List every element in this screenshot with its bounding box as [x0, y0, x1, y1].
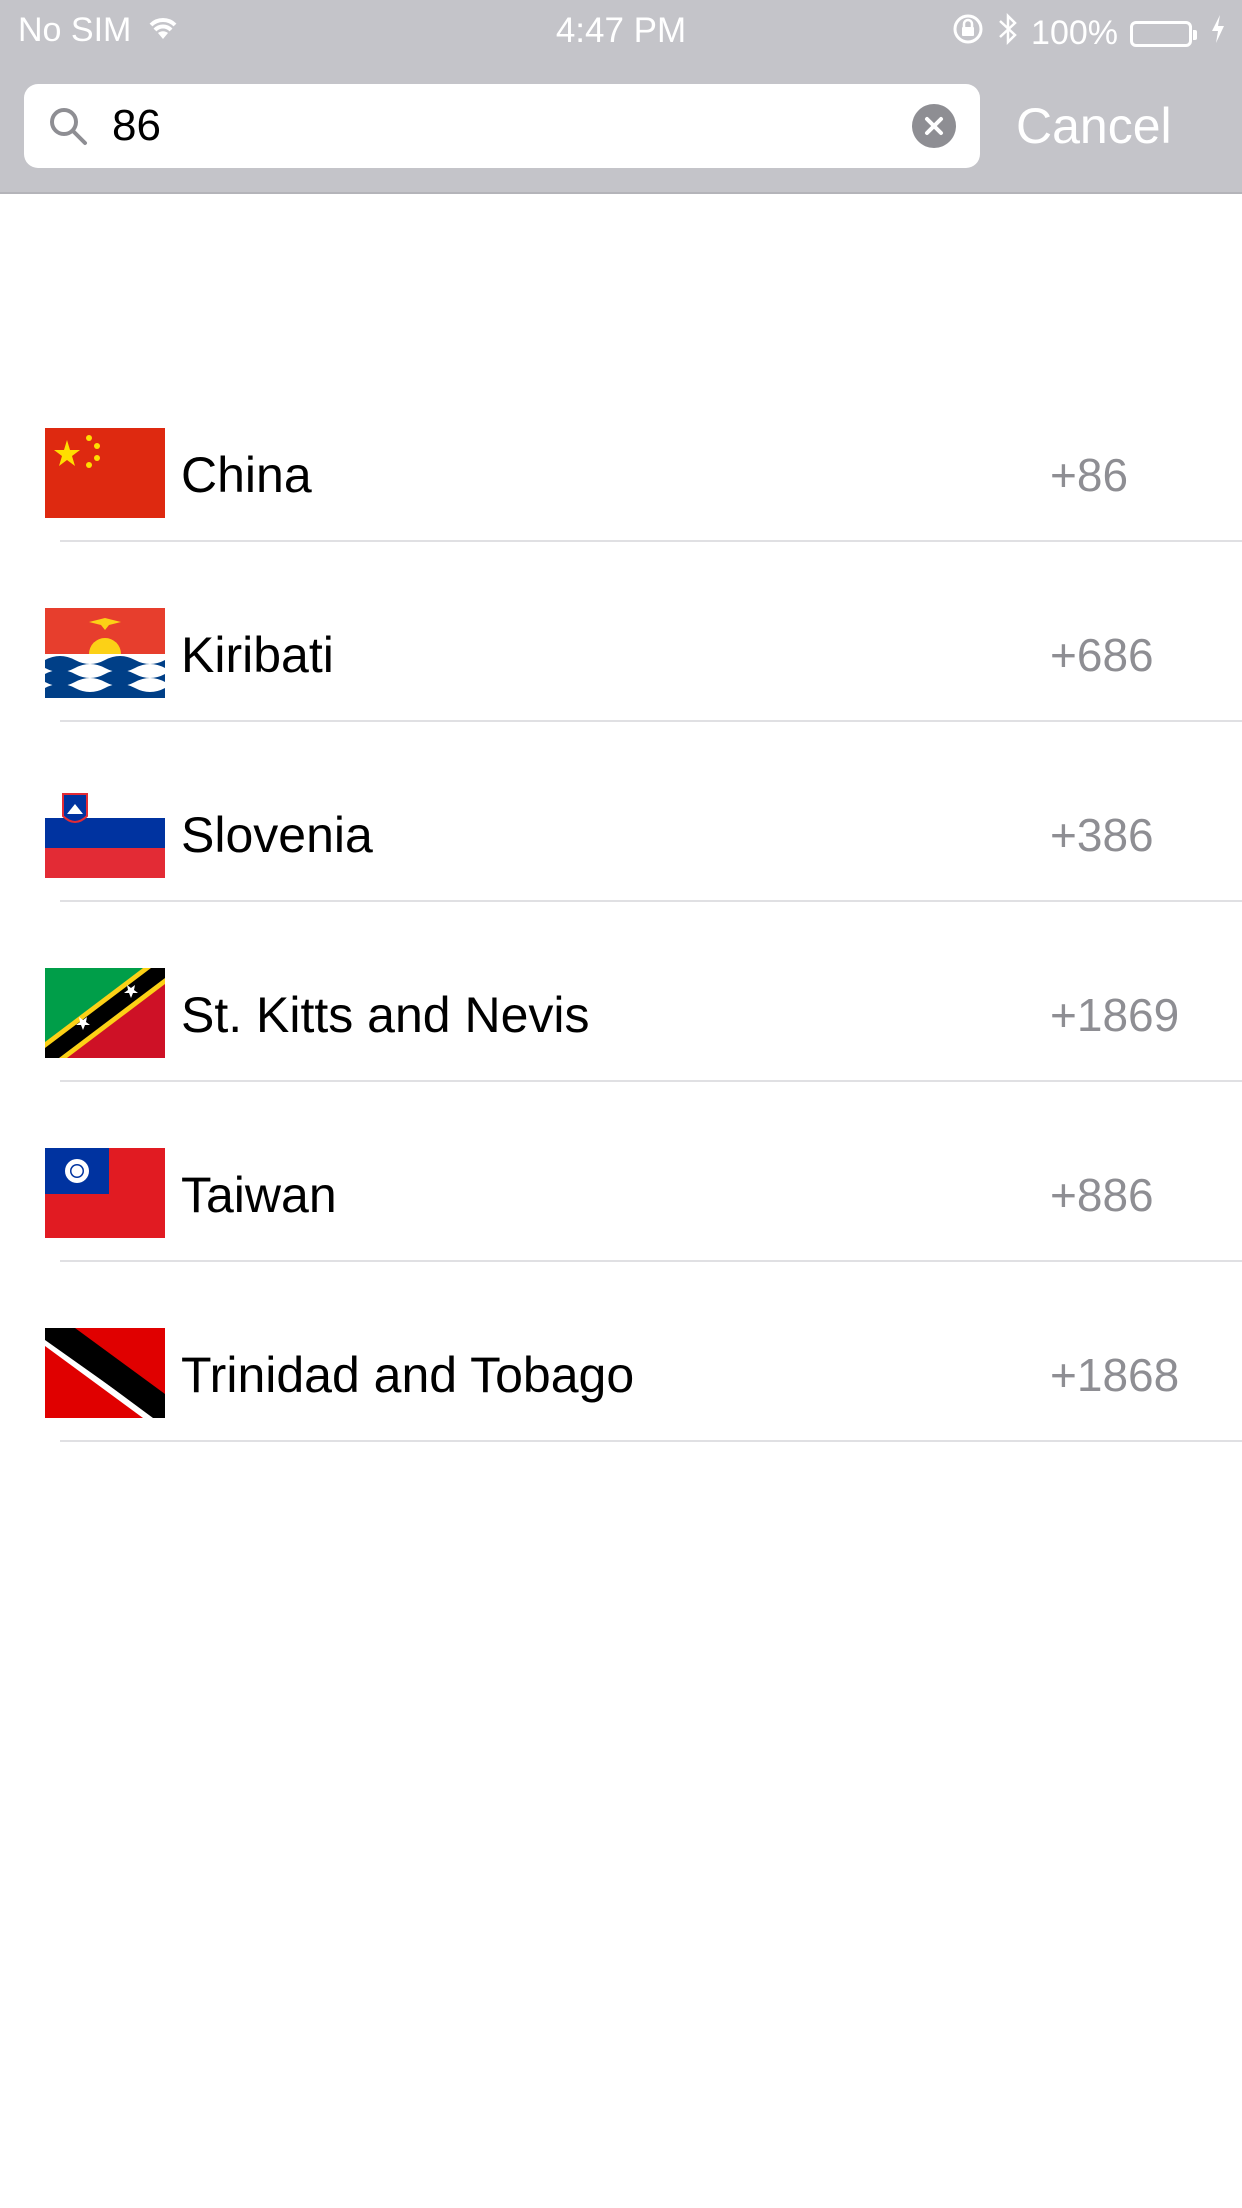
- search-field[interactable]: 86: [24, 84, 980, 168]
- country-name: Trinidad and Tobago: [181, 1347, 635, 1403]
- slovenia-flag-icon: [45, 788, 165, 878]
- row-separator: [60, 1440, 1242, 1442]
- list-item[interactable]: St. Kitts and Nevis +1869: [0, 902, 1242, 1082]
- rotation-lock-icon: [951, 12, 985, 55]
- clear-icon[interactable]: [912, 104, 956, 148]
- dial-code: +386: [1050, 809, 1154, 861]
- country-name: Kiribati: [181, 627, 334, 683]
- country-name: Taiwan: [181, 1167, 337, 1223]
- list-item[interactable]: Taiwan +886: [0, 1082, 1242, 1262]
- dial-code: +886: [1050, 1169, 1154, 1221]
- country-list: China +86 Kiribati +686 Slovenia +386 St…: [0, 362, 1242, 1442]
- list-item[interactable]: Slovenia +386: [0, 722, 1242, 902]
- dial-code: +86: [1050, 449, 1129, 501]
- country-name: China: [181, 447, 312, 503]
- list-item[interactable]: China +86: [0, 362, 1242, 542]
- trinidad-and-tobago-flag-icon: [45, 1328, 165, 1418]
- list-item[interactable]: Trinidad and Tobago +1868: [0, 1262, 1242, 1442]
- china-flag-icon: [45, 428, 165, 518]
- search-header: No SIM 4:47 PM 100% 86 Cancel: [0, 0, 1242, 194]
- search-row: 86 Cancel: [0, 84, 1242, 168]
- st-kitts-and-nevis-flag-icon: [45, 968, 165, 1058]
- status-right: 100%: [951, 11, 1226, 56]
- cancel-button[interactable]: Cancel: [1016, 94, 1172, 158]
- kiribati-flag-icon: [45, 608, 165, 698]
- search-icon: [46, 104, 90, 148]
- search-input[interactable]: 86: [112, 98, 161, 154]
- taiwan-flag-icon: [45, 1148, 165, 1238]
- bluetooth-icon: [997, 11, 1019, 56]
- country-name: St. Kitts and Nevis: [181, 987, 590, 1043]
- battery-percent: 100%: [1031, 14, 1118, 52]
- status-bar: No SIM 4:47 PM 100%: [0, 0, 1242, 60]
- dial-code: +686: [1050, 629, 1154, 681]
- battery-icon: [1130, 20, 1197, 47]
- country-name: Slovenia: [181, 807, 373, 863]
- charging-bolt-icon: [1210, 14, 1226, 53]
- dial-code: +1869: [1050, 989, 1180, 1041]
- list-item[interactable]: Kiribati +686: [0, 542, 1242, 722]
- dial-code: +1868: [1050, 1349, 1180, 1401]
